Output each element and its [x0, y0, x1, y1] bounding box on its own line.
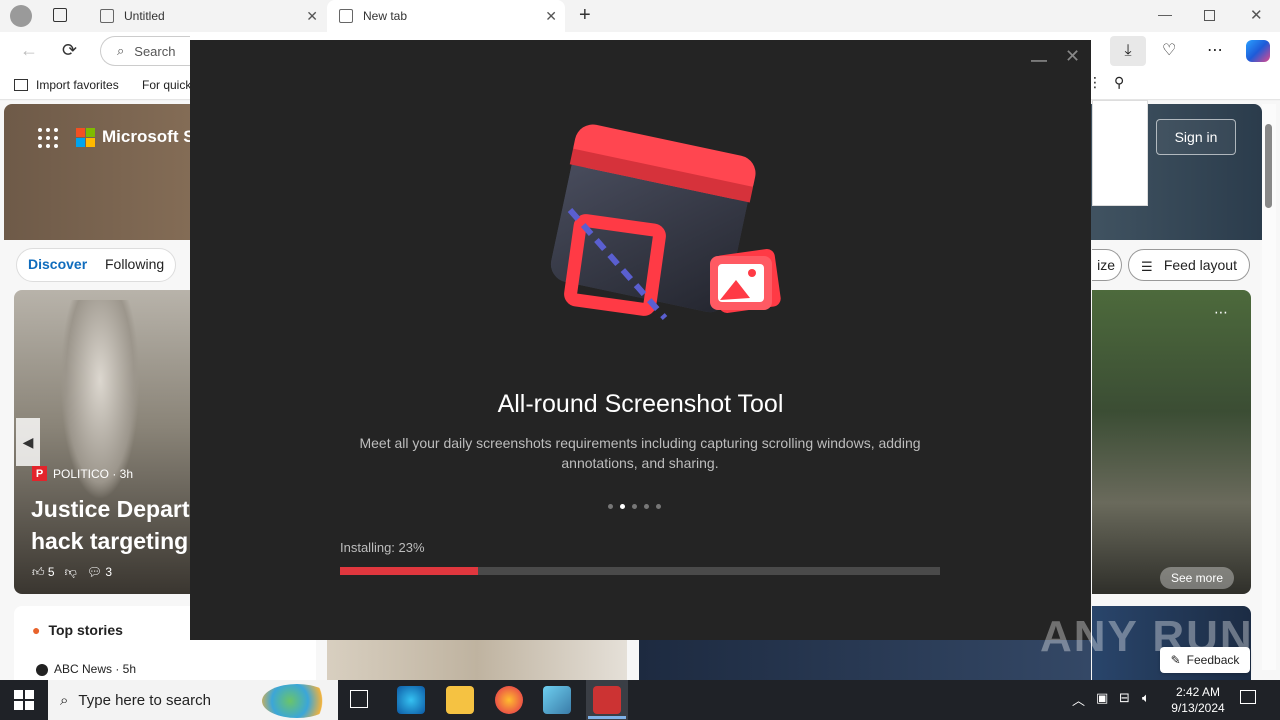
- more-options-icon[interactable]: ⋯: [1214, 304, 1228, 321]
- clock-date: 9/13/2024: [1171, 701, 1225, 715]
- source-label: POLITICO · 3h: [53, 466, 134, 481]
- feed-layout-button[interactable]: ☰ Feed layout: [1128, 249, 1250, 281]
- carousel-dot[interactable]: [620, 504, 625, 509]
- search-icon: ⌕: [117, 43, 125, 58]
- profile-icon[interactable]: [10, 5, 32, 27]
- tab-label: Untitled: [124, 9, 165, 23]
- abc-logo: [36, 663, 48, 676]
- carousel-indicator: [608, 504, 661, 509]
- install-status: Installing: 23%: [340, 540, 425, 555]
- tab-actions-icon[interactable]: [53, 8, 67, 22]
- network-icon[interactable]: ⊟: [1119, 690, 1130, 706]
- settings-menu-icon[interactable]: ⋯: [1207, 40, 1223, 60]
- progress-fill: [340, 567, 478, 575]
- taskbar-search-placeholder: Type here to search: [78, 691, 211, 709]
- newtab-icon: [339, 9, 353, 23]
- carousel-dot[interactable]: [656, 504, 661, 509]
- start-icon[interactable]: [14, 690, 34, 710]
- installer-close-icon[interactable]: ✕: [1065, 46, 1080, 67]
- feed-layout-label: Feed layout: [1163, 257, 1237, 273]
- close-tab-icon[interactable]: ✕: [306, 8, 318, 25]
- headline-line: hack targeting: [31, 528, 189, 554]
- apps-grid-icon[interactable]: [38, 128, 58, 148]
- carousel-dot[interactable]: [608, 504, 613, 509]
- like-button[interactable]: 👍︎ 5: [32, 565, 55, 580]
- installer-minimize-icon[interactable]: —: [1031, 52, 1047, 70]
- tray-chevron-icon[interactable]: ︿: [1072, 690, 1085, 709]
- task-view-icon[interactable]: [350, 690, 368, 708]
- downloads-icon[interactable]: ⤓: [1110, 36, 1146, 66]
- flame-icon: ●: [32, 622, 41, 638]
- new-tab-button[interactable]: +: [579, 4, 591, 27]
- comment-button[interactable]: 💬︎ 3: [87, 565, 112, 580]
- news-source: P POLITICO · 3h: [32, 466, 133, 481]
- favorite-label: Import favorites: [36, 78, 119, 92]
- pin-icon[interactable]: ⚲: [1114, 74, 1124, 91]
- sliders-icon: ☰: [1141, 259, 1153, 274]
- installer-title: All-round Screenshot Tool: [497, 390, 784, 418]
- top-stories-label: Top stories: [48, 622, 123, 638]
- abc-source-label: ABC News · 5h: [54, 662, 137, 676]
- app-icon[interactable]: [543, 686, 571, 714]
- brand-name: Microsoft St: [102, 127, 201, 146]
- dislike-icon[interactable]: 👎︎: [65, 565, 77, 580]
- volume-icon[interactable]: 🔈︎: [1142, 690, 1150, 706]
- close-window-icon[interactable]: ✕: [1250, 6, 1263, 24]
- news-card-image[interactable]: [1092, 290, 1251, 594]
- address-bar[interactable]: ⌕ Search: [100, 36, 190, 66]
- tab-untitled[interactable]: Untitled ✕: [88, 0, 326, 32]
- comment-count: 3: [105, 565, 113, 579]
- search-icon: ⌕: [60, 691, 69, 709]
- politico-logo: P: [32, 466, 47, 481]
- microsoft-logo: [76, 128, 95, 147]
- news-thumbnail[interactable]: [327, 640, 627, 680]
- favorite-label: For quick: [142, 78, 192, 92]
- browser-essentials-icon[interactable]: ♡: [1162, 40, 1176, 60]
- favorite-quick[interactable]: For quick: [142, 78, 191, 92]
- page-icon: [100, 9, 114, 23]
- overlay-panel: [1092, 100, 1148, 206]
- tab-discover[interactable]: Discover: [28, 256, 87, 272]
- sign-in-button[interactable]: Sign in: [1156, 119, 1236, 155]
- tab-new-tab[interactable]: New tab ✕: [327, 0, 565, 32]
- headline-line: Justice Depart: [31, 496, 190, 522]
- clock-time: 2:42 AM: [1175, 685, 1221, 699]
- active-app-underline: [588, 716, 626, 719]
- screenshot-tool-illustration: [550, 124, 781, 320]
- minimize-window-icon[interactable]: —: [1158, 6, 1172, 22]
- notifications-icon[interactable]: [1240, 690, 1256, 704]
- restore-window-icon[interactable]: [1204, 10, 1215, 21]
- tab-following[interactable]: Following: [105, 256, 164, 272]
- news-headline[interactable]: Justice Depart hack targeting: [31, 493, 191, 557]
- close-tab-icon[interactable]: ✕: [545, 8, 557, 25]
- back-icon[interactable]: ←: [20, 40, 38, 61]
- edge-icon[interactable]: [397, 686, 425, 714]
- tray-app-icon[interactable]: ▣: [1096, 690, 1108, 706]
- installer-app-icon[interactable]: [593, 686, 621, 714]
- news-thumbnail[interactable]: [639, 640, 1091, 680]
- widgets-icon[interactable]: [262, 684, 332, 718]
- taskbar-clock[interactable]: 2:42 AM 9/13/2024: [1162, 684, 1234, 716]
- favorite-import[interactable]: Import favorites: [14, 78, 119, 92]
- watermark-text: ANY RUN: [1040, 612, 1254, 661]
- reactions-bar: 👍︎ 5 👎︎ 💬︎ 3: [32, 565, 112, 580]
- tab-label: New tab: [363, 9, 408, 23]
- import-icon: [14, 79, 28, 91]
- top-stories-heading: ● Top stories: [32, 622, 123, 638]
- scrollbar-thumb[interactable]: [1265, 124, 1272, 208]
- installer-description: Meet all your daily screenshots requirem…: [359, 435, 921, 471]
- carousel-dot[interactable]: [632, 504, 637, 509]
- address-placeholder: Search: [134, 43, 176, 59]
- refresh-icon[interactable]: ⟳: [62, 40, 77, 61]
- file-explorer-icon[interactable]: [446, 686, 474, 714]
- see-more-button[interactable]: See more: [1160, 567, 1234, 589]
- carousel-prev-button[interactable]: ◀: [16, 418, 40, 466]
- carousel-dot[interactable]: [644, 504, 649, 509]
- abc-news-source[interactable]: ABC News · 5h: [36, 662, 136, 676]
- copilot-icon[interactable]: [1246, 40, 1270, 62]
- firefox-icon[interactable]: [495, 686, 523, 714]
- like-count: 5: [47, 565, 55, 579]
